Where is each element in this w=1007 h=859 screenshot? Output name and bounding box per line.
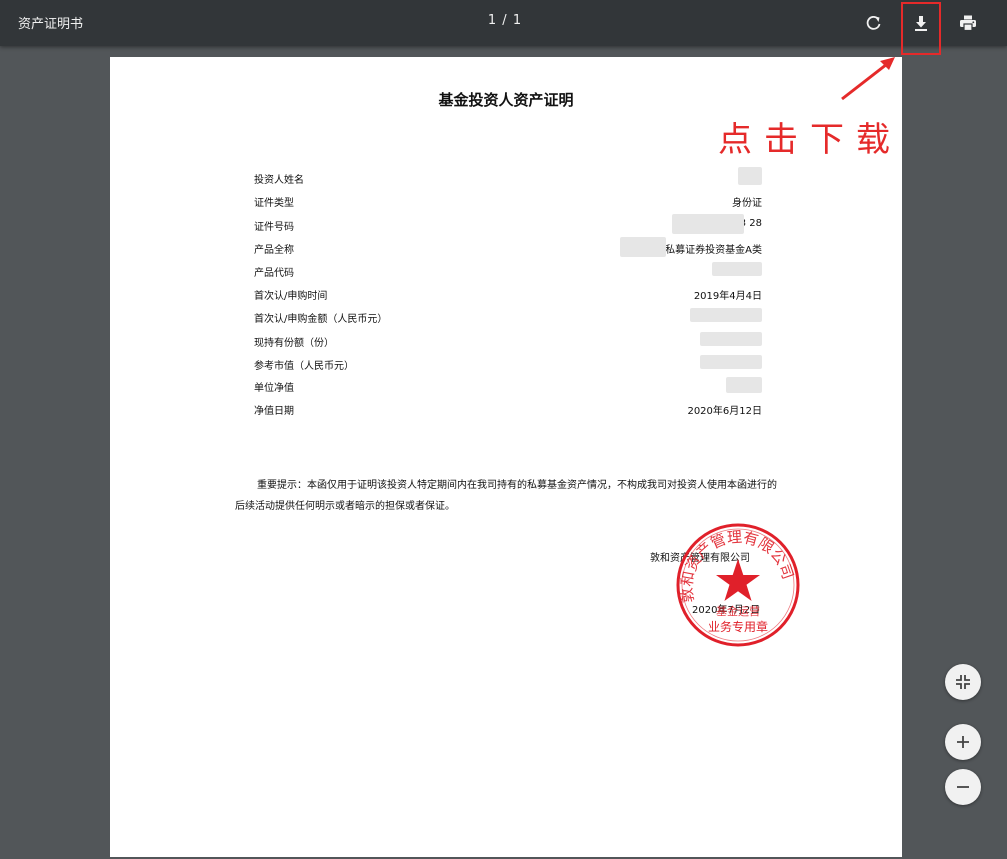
row-label: 参考市值（人民币元） <box>254 361 354 372</box>
print-icon <box>960 15 976 32</box>
row-label: 首次认/申购时间 <box>254 291 328 302</box>
redaction-blur <box>690 308 762 322</box>
pdf-toolbar: 资产证明书 1 / 1 <box>0 0 1007 46</box>
info-row-current-shares: 现持有份额（份） <box>254 332 762 350</box>
redaction-blur <box>726 377 762 393</box>
row-label: 证件类型 <box>254 198 294 209</box>
seal-center-line1: 基金运营 <box>716 604 760 618</box>
pdf-page: 基金投资人资产证明 投资人姓名 证件类型 身份证 证件号码 4403 28 产品… <box>110 57 902 857</box>
rotate-icon <box>866 15 881 30</box>
row-label: 净值日期 <box>254 406 294 417</box>
document-viewer[interactable]: 基金投资人资产证明 投资人姓名 证件类型 身份证 证件号码 4403 28 产品… <box>0 46 1007 859</box>
document-heading: 基金投资人资产证明 <box>438 91 574 109</box>
redaction-blur <box>620 237 666 257</box>
info-row-unit-nav: 单位净值 <box>254 377 762 395</box>
annotation-label: 点击下载 <box>718 120 902 160</box>
seal-center-line2: 业务专用章 <box>708 619 768 634</box>
info-row-investor-name: 投资人姓名 <box>254 167 762 187</box>
zoom-out-button[interactable] <box>945 769 981 805</box>
info-row-product-name: 产品全称 敦和 私募证券投资基金A类 <box>254 237 762 257</box>
star-icon <box>716 559 760 601</box>
fit-to-page-icon <box>956 675 970 689</box>
redaction-blur <box>738 167 762 185</box>
redaction-blur <box>712 262 762 276</box>
redaction-blur <box>672 214 744 234</box>
info-row-nav-date: 净值日期 2020年6月12日 <box>254 402 762 418</box>
info-row-id-number: 证件号码 4403 28 <box>254 214 762 234</box>
fit-to-page-button[interactable] <box>945 664 981 700</box>
row-value: 身份证 <box>732 198 762 209</box>
row-label: 首次认/申购金额（人民币元） <box>254 314 388 325</box>
row-value: 2020年6月12日 <box>687 406 762 417</box>
info-row-market-value: 参考市值（人民币元） <box>254 355 762 373</box>
row-label: 证件号码 <box>254 222 294 233</box>
important-notice: 重要提示：本函仅用于证明该投资人特定期间内在我司持有的私募基金资产情况，不构成我… <box>235 480 777 512</box>
info-row-product-code: 产品代码 <box>254 262 762 280</box>
redaction-blur <box>700 355 762 369</box>
download-highlight-box <box>901 2 941 55</box>
info-row-first-subscription-date: 首次认/申购时间 2019年4月4日 <box>254 287 762 303</box>
print-button[interactable] <box>954 9 982 37</box>
info-row-first-subscription-amount: 首次认/申购金额（人民币元） <box>254 308 762 326</box>
document-title: 资产证明书 <box>18 17 84 32</box>
row-label: 产品代码 <box>254 268 294 279</box>
row-value: 2019年4月4日 <box>693 291 762 302</box>
annotation-arrow-icon <box>841 57 895 101</box>
page-counter: 1 / 1 <box>487 13 523 28</box>
row-label: 单位净值 <box>254 383 294 394</box>
row-label: 投资人姓名 <box>254 175 304 186</box>
info-row-id-type: 证件类型 身份证 <box>254 194 762 210</box>
minus-icon <box>957 786 969 788</box>
redaction-blur <box>700 332 762 346</box>
company-seal: 敦和资产管理有限公司 基金运营 业务专用章 <box>676 523 800 647</box>
rotate-button[interactable] <box>860 9 888 37</box>
row-label: 产品全称 <box>254 245 294 256</box>
zoom-in-button[interactable] <box>945 724 981 760</box>
plus-icon <box>957 736 969 748</box>
row-label: 现持有份额（份） <box>254 338 334 349</box>
